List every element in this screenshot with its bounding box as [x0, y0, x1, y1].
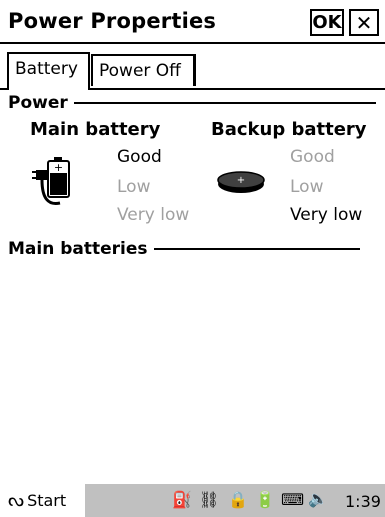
close-icon: ✕: [355, 10, 373, 35]
window-title: Power Properties: [8, 9, 217, 33]
main-battery-level-good: Good: [117, 147, 162, 167]
svg-text:+: +: [237, 175, 245, 186]
keyboard-icon[interactable]: ⌨: [281, 490, 304, 509]
power-group-header: Power: [8, 93, 376, 113]
svg-text:+: +: [54, 161, 63, 174]
main-battery-level-low: Low: [117, 177, 151, 197]
backup-battery-level-very-low: Very low: [290, 205, 363, 225]
backup-battery-level-good: Good: [290, 147, 335, 167]
ok-button[interactable]: OK: [310, 9, 344, 36]
title-bar: Power Properties OK ✕: [0, 0, 385, 44]
divider: [73, 102, 376, 104]
close-button[interactable]: ✕: [349, 9, 379, 36]
connectivity-icon[interactable]: ⛽: [172, 490, 192, 509]
start-label: Start: [27, 491, 67, 510]
battery-tray-icon[interactable]: 🔋: [255, 490, 275, 509]
clock[interactable]: 1:39: [345, 492, 381, 511]
battery-plug-icon: +: [32, 157, 70, 206]
lock-icon[interactable]: 🔒: [228, 490, 248, 509]
start-button[interactable]: ᔓ Start: [0, 484, 85, 517]
start-flag-icon: ᔓ: [8, 490, 25, 511]
backup-battery-level-low: Low: [290, 177, 324, 197]
main-battery-title: Main battery: [30, 119, 161, 140]
coin-cell-icon: +: [217, 171, 265, 193]
divider: [153, 248, 360, 250]
network-icon[interactable]: ⛓: [199, 490, 219, 509]
tab-power-off[interactable]: Power Off: [91, 54, 196, 86]
taskbar: ᔓ Start ⛽ ⛓ 🔒 🔋 ⌨ 🔈 1:39: [0, 483, 385, 517]
main-batteries-group-header: Main batteries: [8, 239, 360, 259]
tab-strip: Battery Power Off: [0, 52, 385, 89]
tab-battery[interactable]: Battery: [7, 52, 90, 89]
main-batteries-group-label: Main batteries: [8, 239, 148, 259]
main-battery-level-very-low: Very low: [117, 205, 190, 225]
backup-battery-title: Backup battery: [211, 119, 367, 140]
power-group-label: Power: [8, 93, 68, 113]
speaker-icon[interactable]: 🔈: [308, 489, 328, 508]
